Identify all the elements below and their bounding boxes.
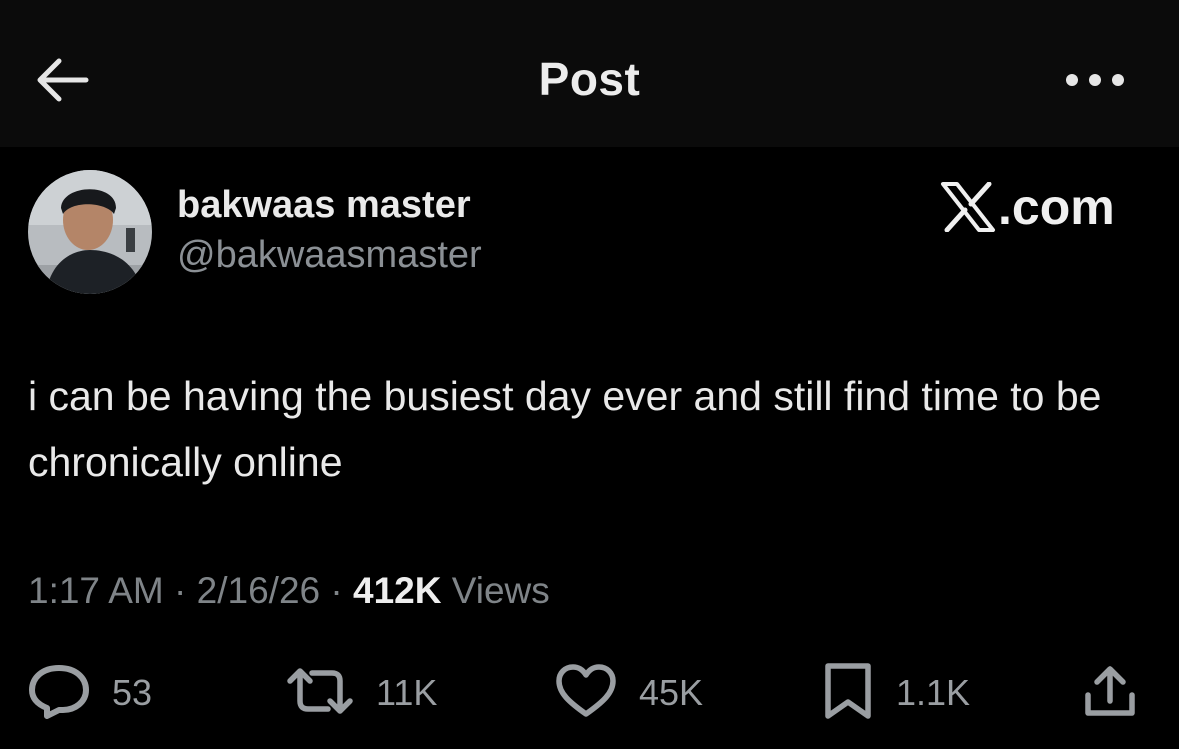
views-label: Views — [441, 570, 550, 611]
avatar[interactable] — [28, 170, 152, 294]
post-time[interactable]: 1:17 AM — [28, 570, 164, 611]
reply-count: 53 — [112, 672, 153, 713]
heart-icon — [555, 663, 617, 723]
repost-count: 11K — [376, 672, 438, 713]
more-options-button[interactable] — [1060, 62, 1130, 102]
repost-button[interactable]: 11K — [286, 663, 437, 723]
x-logo-icon — [940, 182, 996, 232]
author-display-name[interactable]: bakwaas master — [177, 184, 471, 227]
post-date[interactable]: 2/16/26 — [197, 570, 320, 611]
more-horizontal-icon — [1064, 72, 1126, 93]
reply-button[interactable]: 53 — [28, 663, 152, 723]
post-meta: 1:17 AM · 2/16/26 · 412K Views — [28, 570, 550, 612]
post-text: i can be having the busiest day ever and… — [28, 373, 1102, 485]
author-handle[interactable]: @bakwaasmaster — [177, 234, 482, 277]
meta-separator: · — [320, 570, 353, 611]
top-bar: Post — [0, 0, 1179, 147]
brand-watermark: .com — [940, 182, 1115, 232]
like-button[interactable]: 45K — [555, 663, 703, 723]
page-title: Post — [538, 53, 641, 105]
meta-separator: · — [163, 570, 197, 611]
share-icon — [1083, 663, 1137, 724]
views-count: 412K — [353, 570, 442, 611]
like-count: 45K — [639, 672, 704, 713]
repost-icon — [286, 665, 354, 722]
brand-text: .com — [998, 179, 1115, 235]
bookmark-button[interactable]: 1.1K — [822, 662, 971, 725]
share-button[interactable] — [1078, 663, 1142, 723]
reply-icon — [28, 663, 90, 724]
bookmark-count: 1.1K — [896, 672, 971, 713]
bookmark-icon — [822, 662, 874, 725]
